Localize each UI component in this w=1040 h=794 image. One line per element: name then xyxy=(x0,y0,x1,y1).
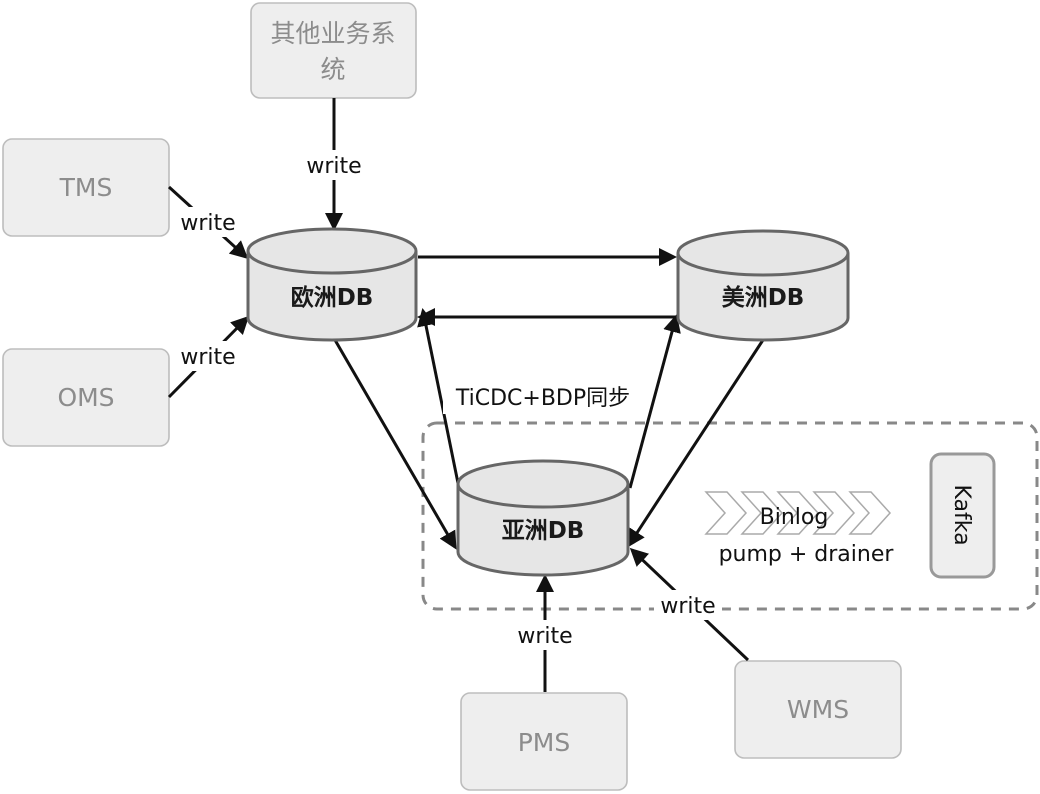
write-label-wms: write xyxy=(660,594,715,619)
tms-node[interactable]: TMS xyxy=(2,138,170,237)
europe-db-node[interactable]: 欧洲DB xyxy=(246,227,418,342)
edge-europe-to-asia xyxy=(333,339,457,550)
pump-drainer-label: pump + drainer xyxy=(719,542,895,567)
write-label-pms: write xyxy=(517,624,572,649)
other-systems-label-line1: 其他业务系 xyxy=(270,19,395,48)
other-systems-node[interactable]: 其他业务系 统 xyxy=(250,2,417,99)
kafka-node[interactable]: Kafka xyxy=(929,452,996,579)
write-label-tms: write xyxy=(180,211,235,236)
edge-labels: write write write TiCDC+BDP同步 write writ… xyxy=(174,150,722,650)
tms-label: TMS xyxy=(59,173,113,202)
europe-db-label: 欧洲DB xyxy=(291,285,374,311)
wms-node[interactable]: WMS xyxy=(734,660,902,759)
america-db-label: 美洲DB xyxy=(722,284,805,311)
binlog-label: Binlog xyxy=(760,505,829,530)
other-systems-label-line2: 统 xyxy=(320,55,345,84)
pms-label: PMS xyxy=(518,728,571,757)
america-db-node[interactable]: 美洲DB xyxy=(676,229,850,342)
wms-label: WMS xyxy=(787,695,849,724)
write-label-other: write xyxy=(306,154,361,179)
oms-label: OMS xyxy=(57,383,114,412)
pms-node[interactable]: PMS xyxy=(460,692,628,791)
asia-db-label: 亚洲DB xyxy=(502,518,585,544)
oms-node[interactable]: OMS xyxy=(2,348,170,447)
asia-db-node[interactable]: 亚洲DB xyxy=(456,459,630,577)
write-label-oms: write xyxy=(180,345,235,370)
sync-label: TiCDC+BDP同步 xyxy=(455,386,630,411)
architecture-diagram: 其他业务系 统 TMS OMS PMS WMS 欧洲DB 美洲DB 亚洲DB w… xyxy=(2,2,1039,791)
kafka-label: Kafka xyxy=(949,484,974,545)
